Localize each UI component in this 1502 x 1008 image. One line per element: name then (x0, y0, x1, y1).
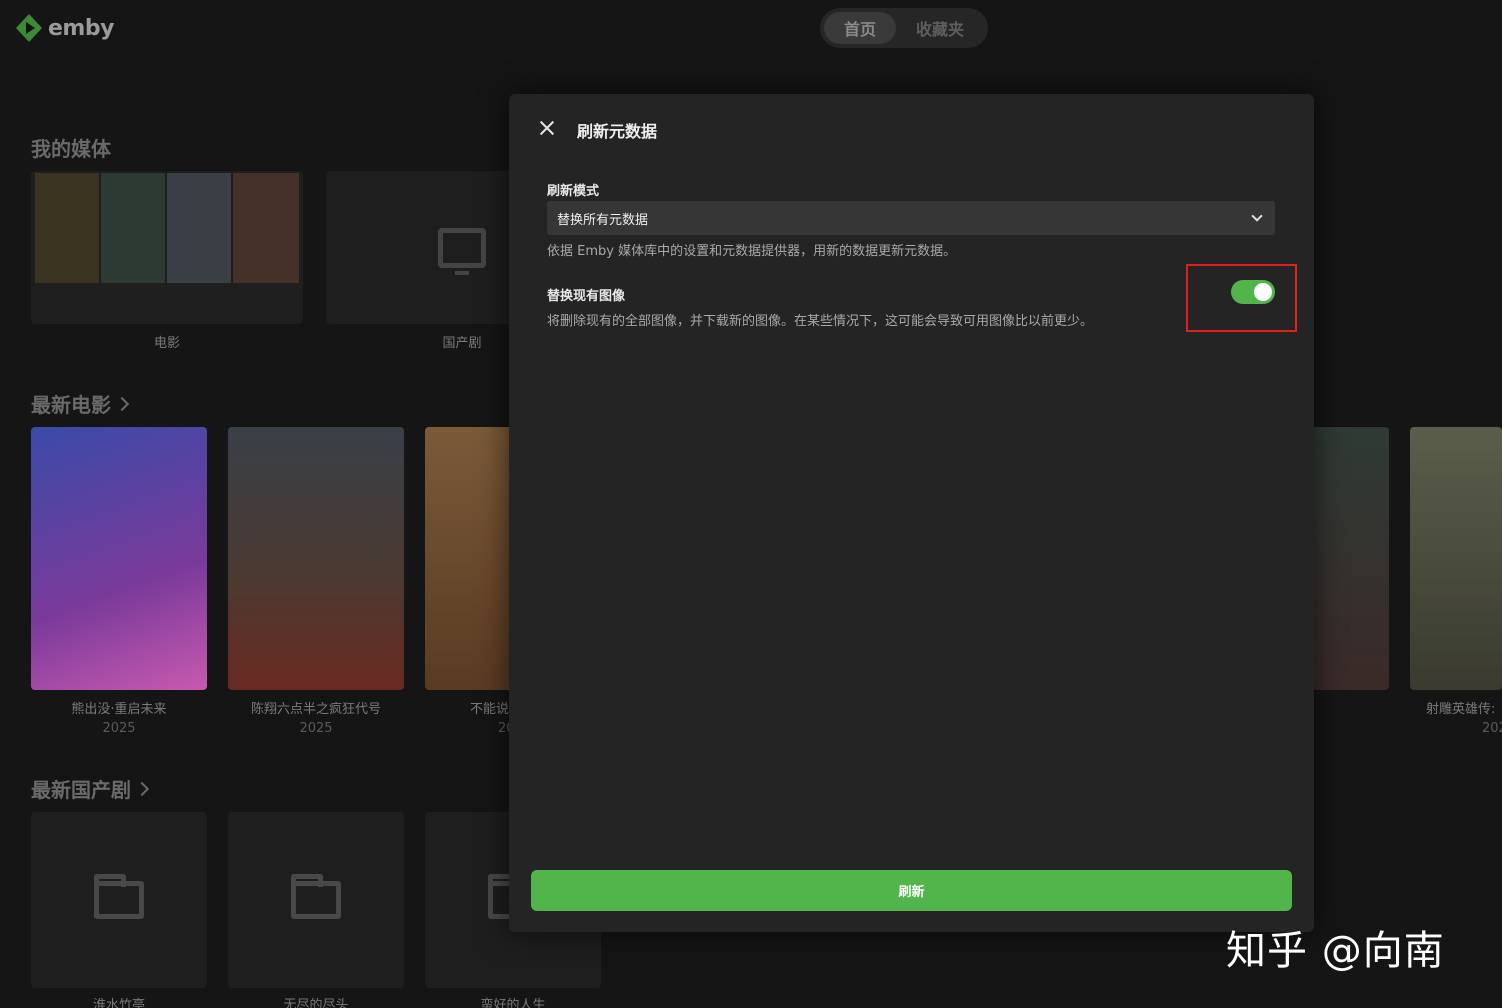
replace-images-label: 替换现有图像 (547, 289, 626, 304)
library-label-movies: 电影 (153, 336, 180, 351)
tv-folder-card[interactable] (31, 812, 207, 988)
replace-images-help: 将删除现有的全部图像，并下载新的图像。在某些情况下，这可能会导致可用图像比以前更… (547, 314, 1094, 329)
movie-year: 2025 (102, 721, 136, 736)
movie-title: 射雕英雄传: (1426, 702, 1496, 717)
section-title-latest-tv[interactable]: 最新国产剧 (31, 774, 150, 803)
movie-year: 2025 (299, 721, 333, 736)
movie-poster[interactable] (31, 427, 207, 690)
movie-caption: 射雕英雄传: 202 (1410, 698, 1502, 736)
refresh-metadata-dialog: 刷新元数据 刷新模式 替换所有元数据 依据 Emby 媒体库中的设置和元数据提供… (509, 94, 1314, 932)
movie-caption: 熊出没·重启未来 2025 (31, 698, 207, 736)
section-title-text: 最新电影 (31, 393, 111, 417)
tab-favorites[interactable]: 收藏夹 (896, 12, 984, 44)
annotation-highlight-box (1186, 264, 1297, 332)
movie-caption: 陈翔六点半之疯狂代号 2025 (228, 698, 404, 736)
tv-icon (438, 227, 486, 275)
chevron-right-icon (114, 396, 130, 411)
movie-title: 不能说 (470, 702, 510, 717)
movie-title: 陈翔六点半之疯狂代号 (250, 702, 381, 717)
library-card-movies[interactable] (31, 171, 303, 324)
tv-title: 蛮好的人生 (480, 998, 546, 1008)
emby-logo[interactable]: emby (16, 14, 114, 42)
section-title-text: 我的媒体 (31, 137, 111, 161)
section-title-latest-movies[interactable]: 最新电影 (31, 389, 130, 418)
refresh-mode-label: 刷新模式 (547, 184, 600, 199)
close-icon[interactable] (535, 116, 559, 140)
folder-icon (94, 874, 144, 919)
emby-logo-icon (16, 14, 42, 42)
movie-title: 熊出没·重启未来 (71, 702, 167, 717)
tv-title: 无尽的尽头 (283, 998, 349, 1008)
movie-year: 202 (1482, 721, 1502, 736)
refresh-button[interactable]: 刷新 (531, 870, 1292, 911)
tab-home[interactable]: 首页 (824, 12, 896, 44)
top-nav: 首页 收藏夹 (820, 8, 988, 48)
folder-icon (291, 874, 341, 919)
poster-collage (35, 173, 299, 322)
tv-title: 淮水竹亭 (92, 998, 145, 1008)
dialog-title: 刷新元数据 (577, 122, 658, 141)
chevron-right-icon (134, 781, 150, 796)
refresh-mode-value: 替换所有元数据 (557, 212, 649, 228)
section-title-text: 最新国产剧 (31, 778, 131, 802)
movie-poster[interactable] (1410, 427, 1502, 690)
movie-poster[interactable] (228, 427, 404, 690)
tv-folder-card[interactable] (228, 812, 404, 988)
chevron-down-icon (1251, 210, 1263, 222)
watermark-text: 知乎 @向南 (1226, 928, 1445, 974)
refresh-mode-select[interactable]: 替换所有元数据 (547, 201, 1275, 235)
logo-text: emby (48, 15, 114, 41)
section-title-my-media: 我的媒体 (31, 133, 111, 162)
refresh-mode-help: 依据 Emby 媒体库中的设置和元数据提供器，用新的数据更新元数据。 (547, 244, 957, 259)
